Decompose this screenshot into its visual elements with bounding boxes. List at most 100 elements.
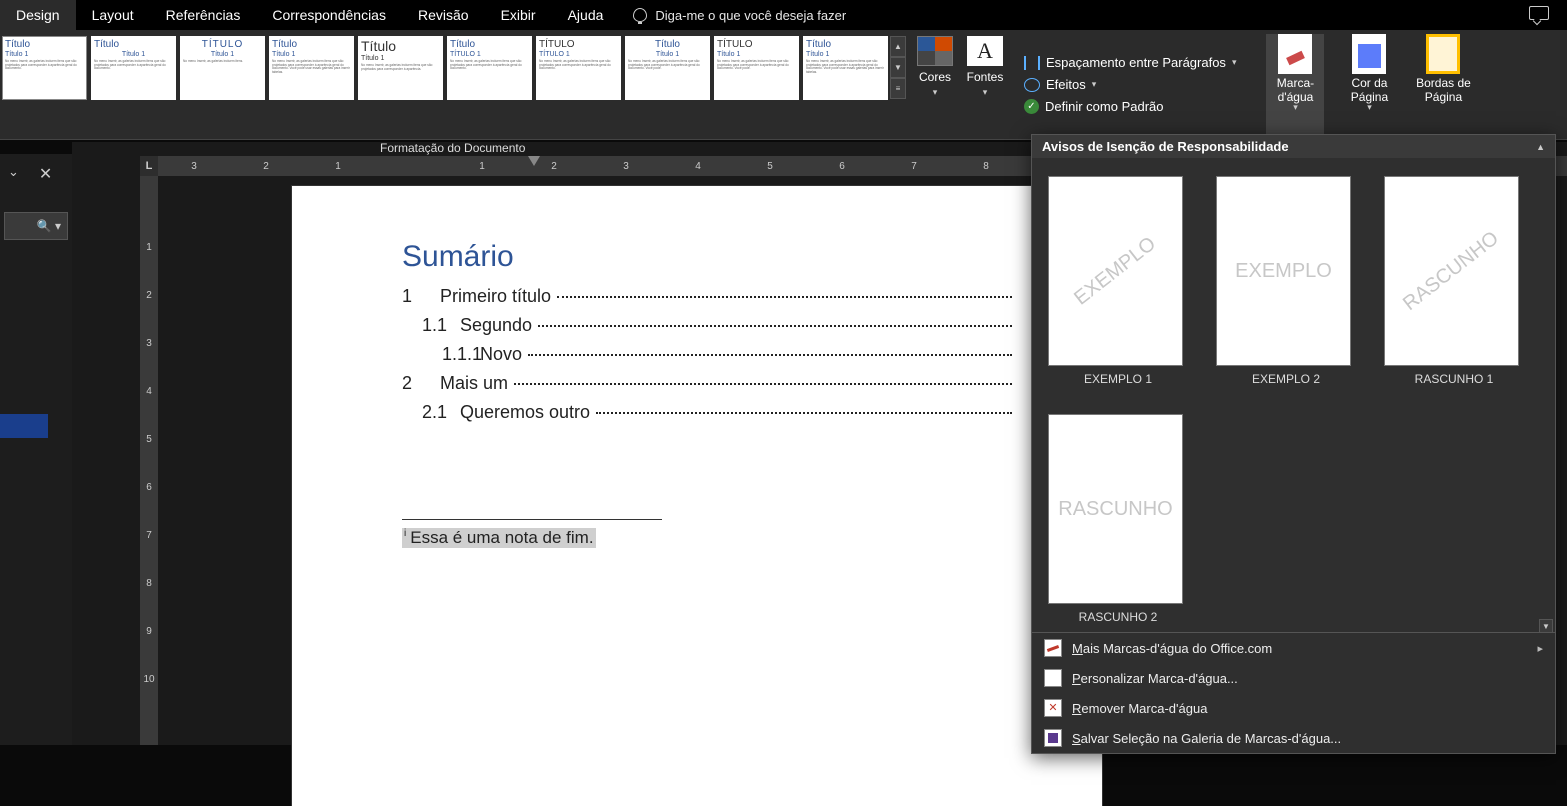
- colors-button[interactable]: Cores ▾: [914, 36, 956, 98]
- remove-icon: [1044, 699, 1062, 717]
- wm-save-selection[interactable]: Salvar Seleção na Galeria de Marcas-d'ág…: [1032, 723, 1555, 753]
- gallery-scroll-down-icon[interactable]: ▼: [1539, 619, 1553, 633]
- wm-more-label: Mais Marcas-d'água do Office.com: [1072, 641, 1272, 656]
- tab-revisao[interactable]: Revisão: [402, 0, 485, 30]
- toc-number: 1.1: [422, 315, 460, 336]
- paragraph-spacing-icon: [1024, 56, 1040, 70]
- watermark-thumb: EXEMPLO: [1048, 176, 1183, 366]
- chevron-down-icon: ▾: [933, 87, 938, 97]
- indent-marker-icon[interactable]: [528, 156, 540, 166]
- gallery-scroll-down[interactable]: ▼: [890, 57, 906, 78]
- page-color-icon: [1352, 34, 1386, 74]
- table-of-contents: 1Primeiro título 1.1Segundo 1.1.1Novo 2Mais…: [402, 286, 1012, 423]
- vertical-ruler[interactable]: 12345678910: [140, 176, 158, 745]
- page-borders-button[interactable]: Bordas de Página: [1414, 34, 1472, 139]
- toc-leader: [557, 296, 1012, 298]
- style-thumb-3[interactable]: TÍTULOTítulo 1No menu Inserir, as galeri…: [180, 36, 265, 100]
- watermark-option-label: EXEMPLO 1: [1048, 372, 1188, 386]
- toc-title: Sumário: [402, 240, 1012, 274]
- style-thumb-5[interactable]: TítuloTítulo 1No menu Inserir, as galeri…: [358, 36, 443, 100]
- comments-icon[interactable]: [1529, 6, 1549, 20]
- fonts-label: Fontes: [967, 70, 1004, 84]
- gallery-scroll-up[interactable]: ▲: [890, 36, 906, 57]
- lightbulb-icon: [633, 8, 647, 22]
- watermark-gallery: EXEMPLOEXEMPLO 1EXEMPLOEXEMPLO 2RASCUNHO…: [1032, 158, 1555, 632]
- effects-button[interactable]: Efeitos ▾: [1024, 77, 1236, 92]
- toc-number: 1: [402, 286, 440, 307]
- page-borders-label: Bordas de Página: [1416, 76, 1471, 104]
- watermark-small-icon: [1044, 639, 1062, 657]
- style-thumb-4[interactable]: TítuloTítulo 1No menu Inserir, as galeri…: [269, 36, 354, 100]
- nav-search-input[interactable]: 🔍 ▾: [4, 212, 68, 240]
- toc-number: 2.1: [422, 402, 460, 423]
- toc-leader: [596, 412, 1012, 414]
- watermark-menu: Mais Marcas-d'água do Office.com ▸ Perso…: [1032, 632, 1555, 753]
- paragraph-spacing-button[interactable]: Espaçamento entre Parágrafos ▾: [1024, 55, 1236, 70]
- style-thumb-10[interactable]: TítuloTítulo 1No menu Inserir, as galeri…: [803, 36, 888, 100]
- toc-entry[interactable]: 1.1Segundo: [402, 315, 1012, 336]
- style-thumb-7[interactable]: TÍTULOTÍTULO 1No menu Inserir, as galeri…: [536, 36, 621, 100]
- endnote-separator: [402, 519, 662, 520]
- page-color-button[interactable]: Cor da Página ▾: [1340, 34, 1398, 139]
- tab-ajuda[interactable]: Ajuda: [552, 0, 620, 30]
- document-page[interactable]: Sumário 1Primeiro título 1.1Segundo 1.1.1N…: [292, 186, 1102, 806]
- style-thumb-1[interactable]: TítuloTítulo 1No menu Inserir, as galeri…: [2, 36, 87, 100]
- nav-selected-item[interactable]: [0, 414, 48, 438]
- effects-label: Efeitos: [1046, 77, 1086, 92]
- watermark-option[interactable]: RASCUNHORASCUNHO 2: [1048, 414, 1188, 624]
- tab-layout[interactable]: Layout: [76, 0, 150, 30]
- toc-text: Segundo: [460, 315, 538, 336]
- gallery-scroll: ▲ ▼ ≡: [890, 36, 906, 139]
- nav-close-button[interactable]: ✕: [39, 164, 52, 184]
- watermark-thumb: EXEMPLO: [1216, 176, 1351, 366]
- toc-text: Mais um: [440, 373, 514, 394]
- ribbon-mid-group: Cores ▾ A Fontes▾: [914, 30, 1006, 139]
- tell-me-search[interactable]: Diga-me o que você deseja fazer: [619, 0, 860, 30]
- endnote-marker: i: [404, 528, 406, 539]
- toc-entry[interactable]: 1.1.1Novo: [402, 344, 1012, 365]
- watermark-option[interactable]: EXEMPLOEXEMPLO 2: [1216, 176, 1356, 386]
- gallery-scroll-up-icon[interactable]: ▲: [1536, 142, 1545, 152]
- page-borders-icon: [1426, 34, 1460, 74]
- ruler-corner[interactable]: L: [140, 156, 158, 176]
- style-thumb-8[interactable]: TítuloTítulo 1No menu Inserir, as galeri…: [625, 36, 710, 100]
- chevron-down-icon: ▾: [1232, 57, 1237, 68]
- watermark-thumb: RASCUNHO: [1384, 176, 1519, 366]
- endnote-text[interactable]: iEssa é uma nota de fim.: [402, 528, 596, 548]
- watermark-option[interactable]: RASCUNHORASCUNHO 1: [1384, 176, 1524, 386]
- colors-label: Cores: [919, 70, 951, 84]
- tab-referencias[interactable]: Referências: [150, 0, 257, 30]
- set-default-button[interactable]: ✓ Definir como Padrão: [1024, 99, 1236, 114]
- tab-design[interactable]: Design: [0, 0, 76, 30]
- wm-more-office[interactable]: Mais Marcas-d'água do Office.com ▸: [1032, 633, 1555, 663]
- tell-me-label: Diga-me o que você deseja fazer: [655, 8, 846, 23]
- page-small-icon: [1044, 669, 1062, 687]
- toc-number: 2: [402, 373, 440, 394]
- style-thumb-6[interactable]: TítuloTÍTULO 1No menu Inserir, as galeri…: [447, 36, 532, 100]
- watermark-option[interactable]: EXEMPLO EXEMPLO 1: [1048, 176, 1188, 386]
- colors-icon: [917, 36, 953, 66]
- wm-customize[interactable]: Personalizar Marca-d'água...: [1032, 663, 1555, 693]
- chevron-down-icon: ▾: [1340, 102, 1398, 113]
- wm-save-label: Salvar Seleção na Galeria de Marcas-d'ág…: [1072, 731, 1341, 746]
- toc-entry[interactable]: 1Primeiro título: [402, 286, 1012, 307]
- gallery-expand[interactable]: ≡: [890, 78, 906, 99]
- style-thumb-9[interactable]: TÍTULOTítulo 1No menu Inserir, as galeri…: [714, 36, 799, 100]
- page-color-label: Cor da Página: [1351, 76, 1388, 104]
- wm-remove-label: Remover Marca-d'água: [1072, 701, 1207, 716]
- tab-exibir[interactable]: Exibir: [485, 0, 552, 30]
- fonts-button[interactable]: A Fontes▾: [964, 36, 1006, 98]
- save-gallery-icon: [1044, 729, 1062, 747]
- toc-leader: [538, 325, 1012, 327]
- toc-entry[interactable]: 2Mais um: [402, 373, 1012, 394]
- watermark-button[interactable]: Marca-d'água ▾: [1266, 34, 1324, 139]
- wm-customize-label: Personalizar Marca-d'água...: [1072, 671, 1238, 686]
- toc-leader: [528, 354, 1012, 356]
- nav-expand-button[interactable]: ⌄: [8, 164, 19, 184]
- toc-entry[interactable]: 2.1Queremos outro: [402, 402, 1012, 423]
- document-formatting-gallery[interactable]: TítuloTítulo 1No menu Inserir, as galeri…: [0, 30, 890, 139]
- wm-remove[interactable]: Remover Marca-d'água: [1032, 693, 1555, 723]
- tab-correspondencias[interactable]: Correspondências: [256, 0, 402, 30]
- style-thumb-2[interactable]: TítuloTítulo 1No menu Inserir, as galeri…: [91, 36, 176, 100]
- watermark-option-label: RASCUNHO 2: [1048, 610, 1188, 624]
